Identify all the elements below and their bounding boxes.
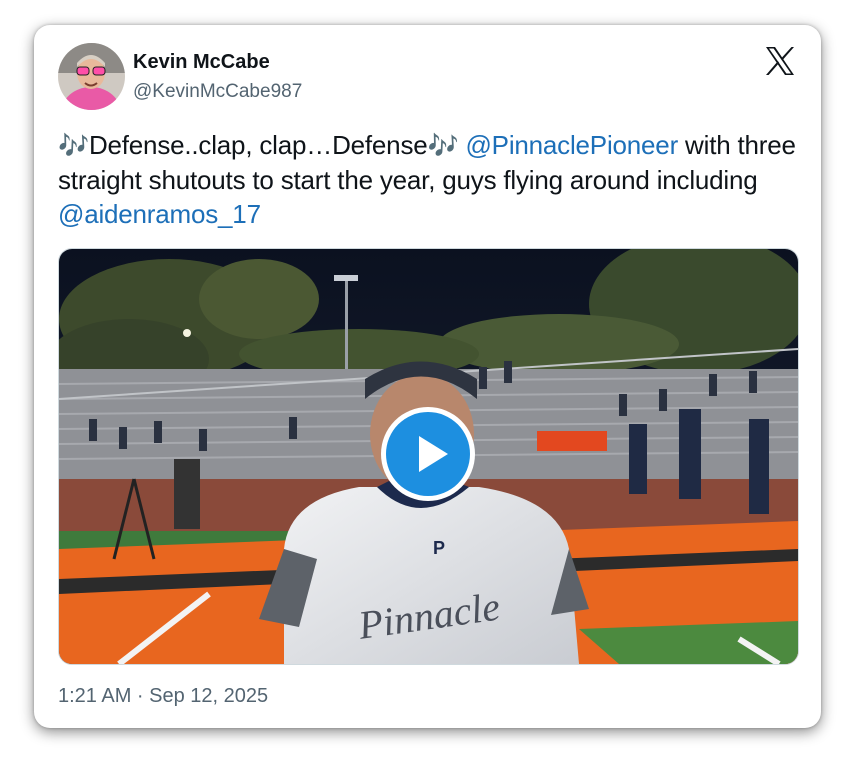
music-notes-emoji: 🎶 [427,132,459,160]
author-name[interactable]: Kevin McCabe [133,51,270,74]
mention-link-team[interactable]: @PinnaclePioneer [465,130,678,160]
tweet-card[interactable]: Kevin McCabe @KevinMcCabe987 🎶Defense..c… [34,25,821,728]
video-thumbnail[interactable]: Pinnacle P [58,248,799,665]
play-button[interactable] [381,407,475,501]
jersey-chest-letter: P [433,538,445,558]
author-handle[interactable]: @KevinMcCabe987 [133,81,302,103]
mention-link-player[interactable]: @aidenramos_17 [58,199,261,229]
play-icon [386,412,470,496]
avatar-image [58,43,125,110]
tweet-timestamp[interactable]: 1:21 AM · Sep 12, 2025 [58,685,268,708]
music-notes-emoji: 🎶 [58,132,89,160]
tweet-text: 🎶Defense..clap, clap…Defense🎶 @PinnacleP… [58,128,803,231]
avatar[interactable] [58,43,125,110]
x-logo-icon[interactable] [764,45,796,77]
tweet-text-part1: Defense..clap, clap…Defense [88,130,428,160]
